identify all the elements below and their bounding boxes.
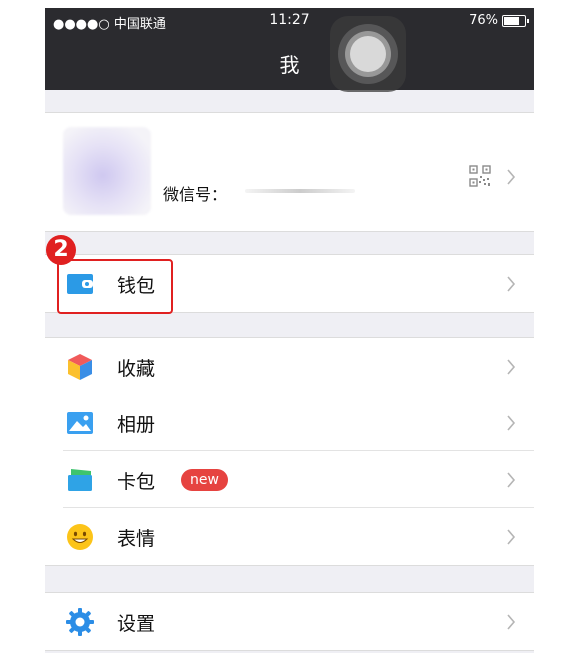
smiley-face-icon <box>67 524 93 550</box>
nav-bar: 我 <box>45 34 534 90</box>
page-title: 我 <box>279 53 300 77</box>
menu-item-stickers[interactable]: 表情 <box>45 508 534 566</box>
menu-item-favorites[interactable]: 收藏 <box>45 337 534 395</box>
card-pack-icon <box>68 469 92 491</box>
chevron-right-icon <box>507 169 516 185</box>
battery-percent: 76% <box>469 13 498 28</box>
battery-icon <box>502 14 529 27</box>
new-badge: new <box>181 469 228 491</box>
assistive-touch-dot <box>350 36 386 72</box>
chevron-right-icon <box>507 415 516 431</box>
album-picture-icon <box>67 412 93 434</box>
profile-card[interactable]: 微信号： <box>45 112 534 232</box>
phone-screen: ●●●●○ 中国联通 11:27 76% 我 微信号： 钱包 收藏 相册 卡包 … <box>45 8 534 653</box>
menu-item-settings[interactable]: 设置 <box>45 592 534 651</box>
menu-label-favorites: 收藏 <box>117 358 156 380</box>
gear-icon <box>66 608 94 636</box>
chevron-right-icon <box>507 359 516 375</box>
menu-label-settings: 设置 <box>117 613 156 635</box>
wechat-id-redacted <box>245 189 355 193</box>
menu-label-album: 相册 <box>117 414 156 436</box>
step-number-badge: 2 <box>46 235 76 265</box>
wallet-highlight-box <box>57 259 173 314</box>
favorites-cube-icon <box>68 354 92 380</box>
status-time: 11:27 <box>269 12 310 28</box>
qr-code-icon[interactable] <box>469 165 491 187</box>
chevron-right-icon <box>507 276 516 292</box>
chevron-right-icon <box>507 529 516 545</box>
assistive-touch-button[interactable] <box>330 16 406 92</box>
wechat-id-label: 微信号： <box>163 185 228 204</box>
status-bar: ●●●●○ 中国联通 11:27 76% <box>45 8 534 34</box>
menu-label-stickers: 表情 <box>117 528 156 550</box>
chevron-right-icon <box>507 614 516 630</box>
menu-label-cards: 卡包 <box>117 471 156 493</box>
avatar[interactable] <box>63 127 151 215</box>
menu-item-cards[interactable]: 卡包 new <box>45 451 534 508</box>
menu-item-album[interactable]: 相册 <box>45 394 534 451</box>
chevron-right-icon <box>507 472 516 488</box>
battery-fill <box>504 16 519 25</box>
battery-indicator: 76% <box>469 13 529 28</box>
